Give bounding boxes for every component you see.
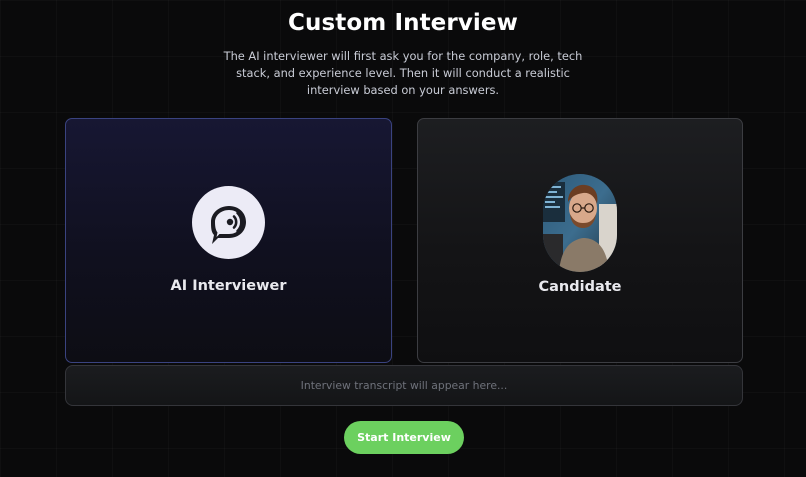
- chat-voice-icon: [210, 205, 246, 244]
- page-description: The AI interviewer will first ask you fo…: [223, 49, 583, 97]
- ai-interviewer-label: AI Interviewer: [170, 278, 287, 294]
- ai-interviewer-card: AI Interviewer: [65, 118, 392, 363]
- candidate-label: Candidate: [538, 279, 622, 295]
- candidate-photo-icon: [543, 174, 617, 272]
- candidate-card: Candidate: [417, 118, 743, 363]
- transcript-placeholder: Interview transcript will appear here...: [300, 379, 508, 392]
- candidate-avatar: [543, 174, 617, 272]
- ai-interviewer-avatar: [192, 186, 265, 259]
- transcript-panel: Interview transcript will appear here...: [65, 365, 743, 406]
- start-interview-button[interactable]: Start Interview: [344, 421, 464, 454]
- page-title: Custom Interview: [288, 10, 518, 36]
